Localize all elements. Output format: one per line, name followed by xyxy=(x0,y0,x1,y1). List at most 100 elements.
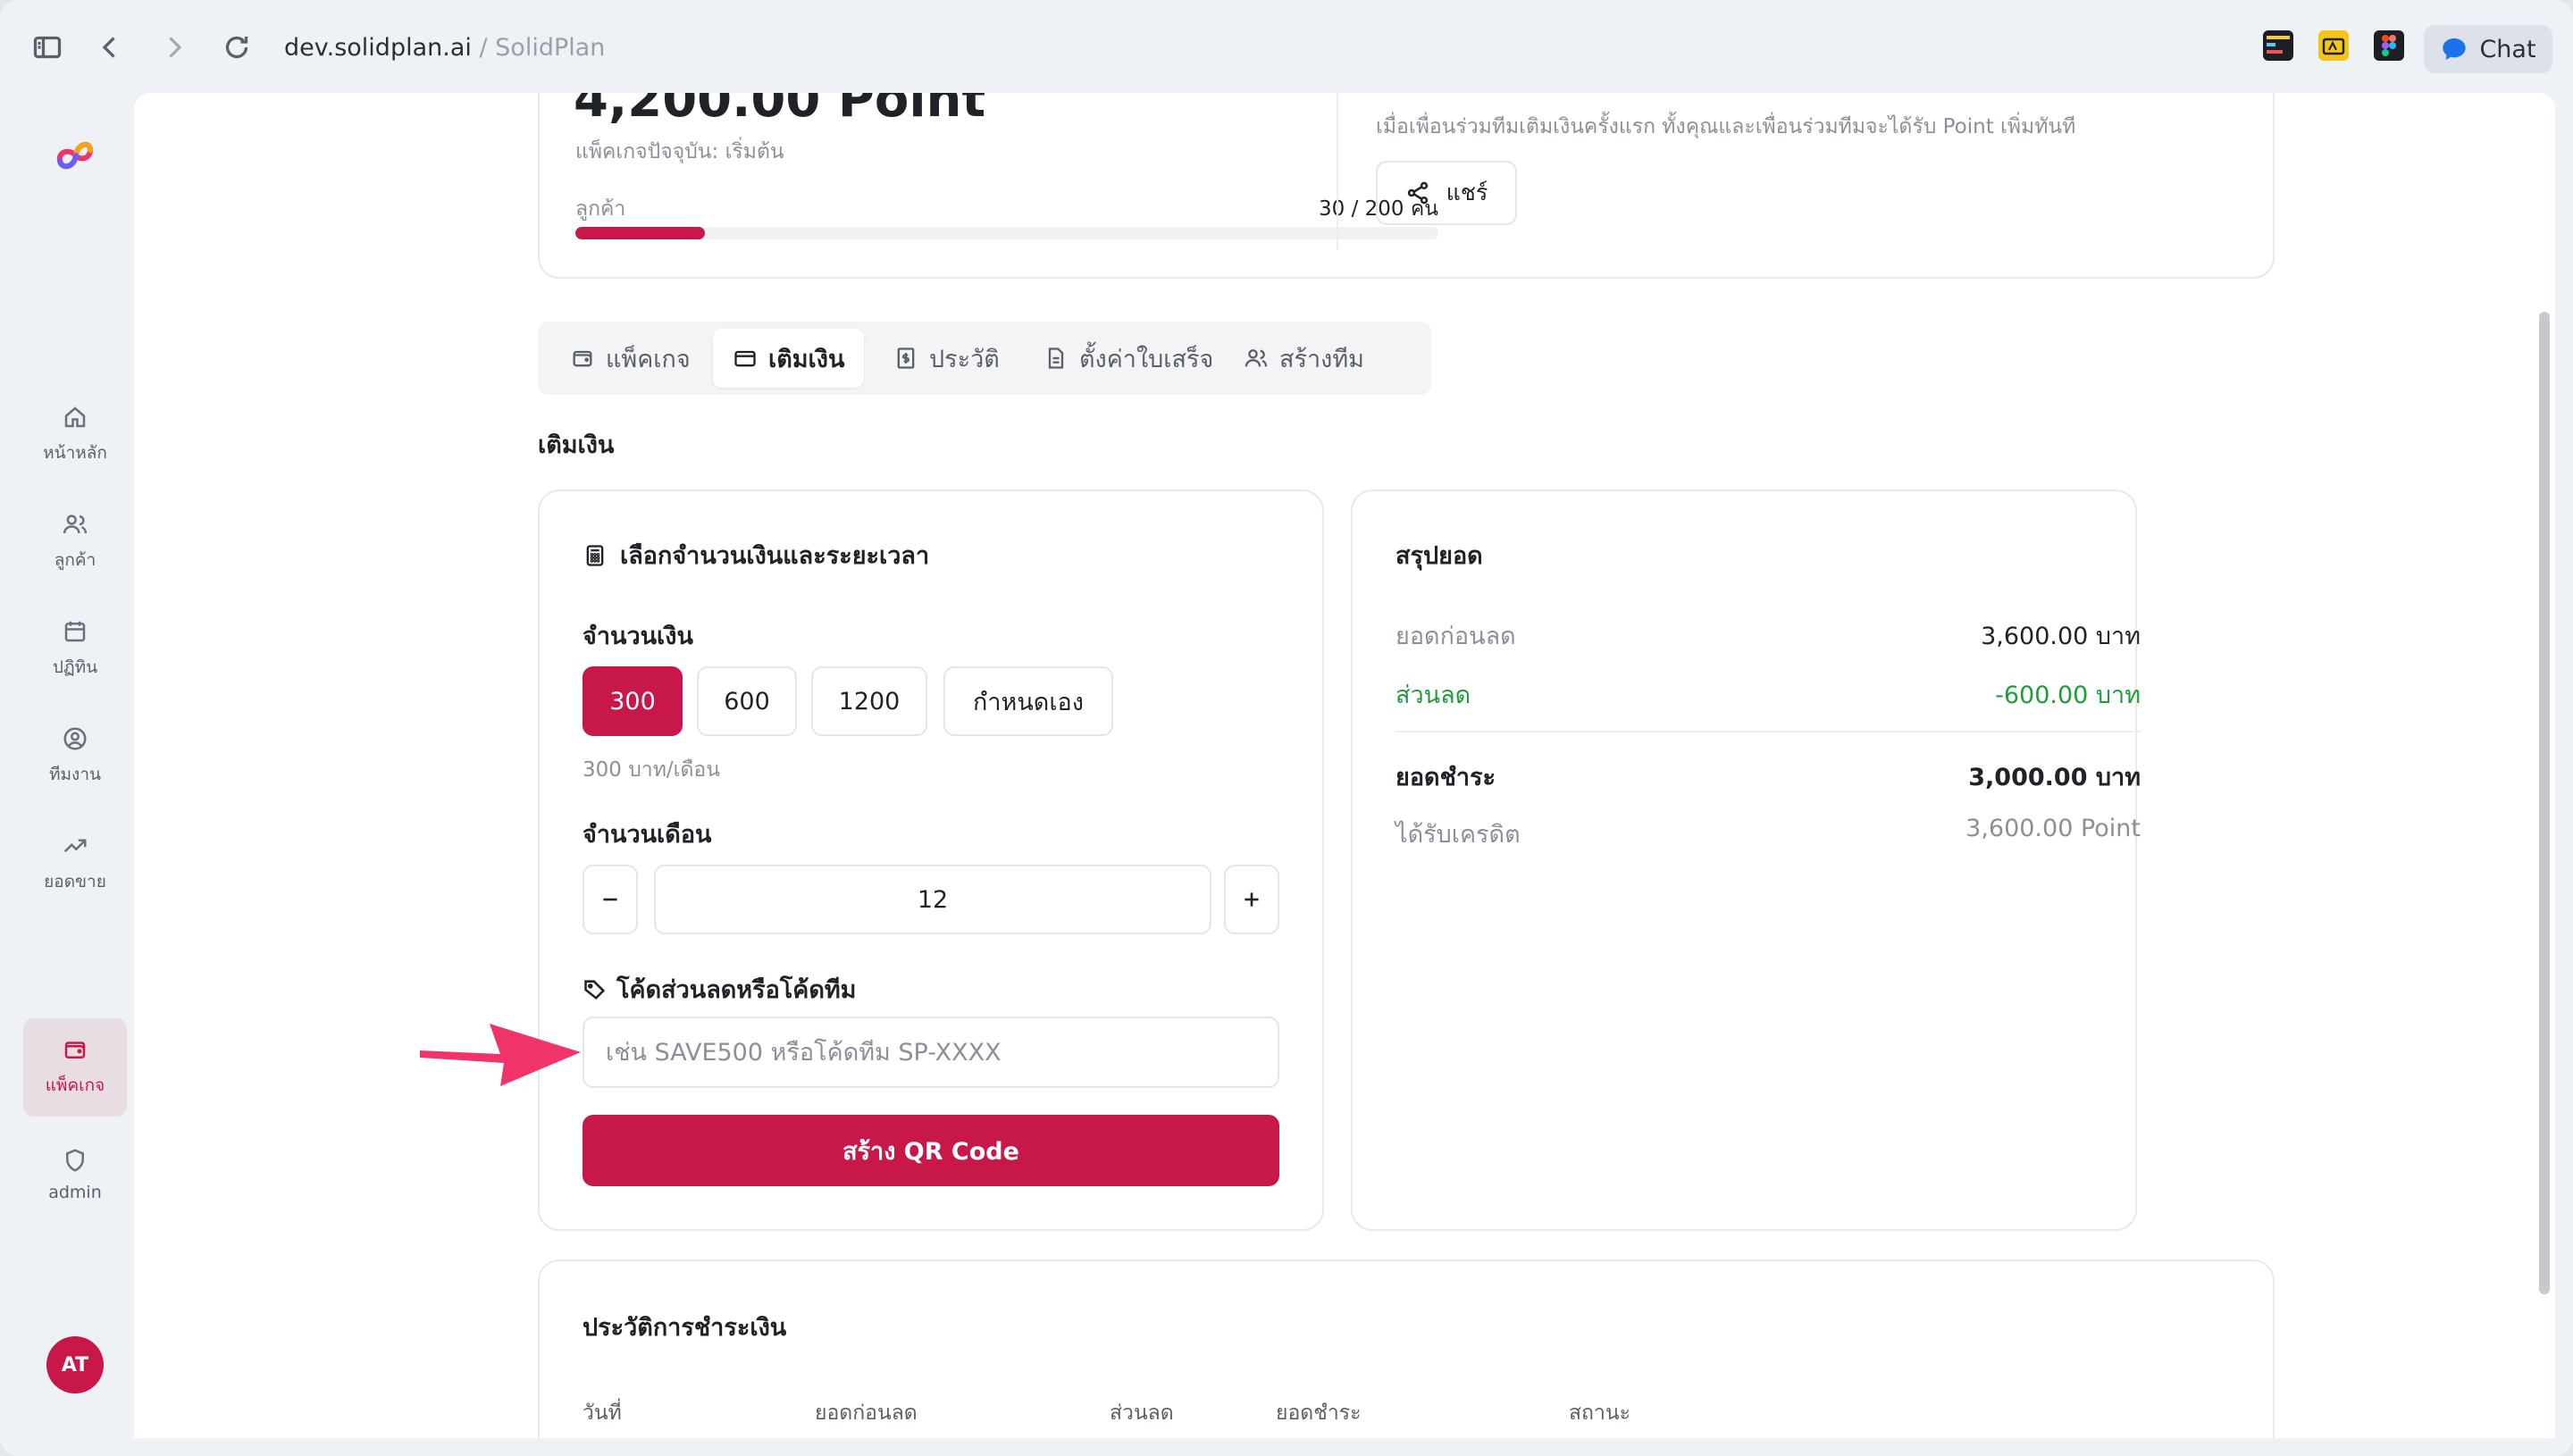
share-button[interactable]: แชร์ xyxy=(1376,161,1517,225)
extension-figma-icon[interactable] xyxy=(2374,30,2404,61)
plus-icon xyxy=(1245,892,1259,907)
sidebar-item-admin[interactable]: admin xyxy=(23,1125,127,1224)
shield-icon xyxy=(66,1149,84,1172)
users-icon xyxy=(1245,349,1268,367)
address-bar[interactable]: dev.solidplan.ai / SolidPlan xyxy=(284,30,605,66)
amount-option-1200[interactable]: 1200 xyxy=(811,666,927,736)
tab-history[interactable]: ประวัติ xyxy=(874,329,1019,388)
tab-receipt-settings[interactable]: ตั้งค่าใบเสร็จ xyxy=(1024,329,1233,388)
sidebar-item-label: ทีมงาน xyxy=(49,765,101,784)
discount-value: -600.00 บาท xyxy=(1995,682,2141,709)
sidebar-item-customers[interactable]: ลูกค้า xyxy=(23,493,127,591)
user-avatar[interactable]: AT xyxy=(46,1336,104,1393)
months-increment-button[interactable] xyxy=(1224,865,1279,934)
wallet-icon xyxy=(573,350,592,367)
total-label: ยอดชำระ xyxy=(1395,764,1496,791)
history-column-status: สถานะ xyxy=(1569,1402,1630,1425)
sidebar-item-home[interactable]: หน้าหลัก xyxy=(23,386,127,484)
sidebar-item-label: แพ็คเกจ xyxy=(45,1075,105,1095)
history-column-discount: ส่วนลด xyxy=(1110,1402,1174,1425)
summary-card xyxy=(1351,490,2137,1231)
reload-icon[interactable] xyxy=(216,27,257,68)
address-separator: / xyxy=(479,34,488,62)
minus-icon xyxy=(603,898,617,901)
subtotal-value: 3,600.00 บาท xyxy=(1981,623,2141,650)
history-column-subtotal: ยอดก่อนลด xyxy=(815,1402,918,1425)
summary-row-discount: ส่วนลด -600.00 บาท xyxy=(1395,675,2141,714)
address-page-title: SolidPlan xyxy=(495,34,606,62)
create-qr-code-button[interactable]: สร้าง QR Code xyxy=(582,1115,1279,1186)
browser-toolbar: dev.solidplan.ai / SolidPlan Chat xyxy=(0,0,2573,93)
points-balance: 4,200.00 Point xyxy=(574,93,986,129)
customers-progress-fill xyxy=(575,227,705,239)
tab-label: แพ็คเกจ xyxy=(606,345,691,373)
sidebar-item-label: หน้าหลัก xyxy=(43,443,107,463)
amount-option-300[interactable]: 300 xyxy=(582,666,683,736)
credit-card-icon xyxy=(734,350,756,367)
sidebar-item-team[interactable]: ทีมงาน xyxy=(23,707,127,806)
amount-option-custom[interactable]: กำหนดเอง xyxy=(943,666,1113,736)
extension-terminal-icon[interactable] xyxy=(2263,30,2293,61)
months-value[interactable]: 12 xyxy=(654,865,1211,934)
sidebar-item-label: ลูกค้า xyxy=(54,550,96,570)
summary-row-total: ยอดชำระ 3,000.00 บาท xyxy=(1395,757,2141,796)
tab-label: ตั้งค่าใบเสร็จ xyxy=(1079,345,1214,373)
subtotal-label: ยอดก่อนลด xyxy=(1395,623,1516,650)
package-tabs: แพ็คเกจ เติมเงิน ประวัติ ตั้งค่าใบเสร็จ … xyxy=(538,322,1431,395)
total-value: 3,000.00 บาท xyxy=(1968,764,2141,791)
tab-label: สร้างทีม xyxy=(1279,345,1364,373)
code-label-text: โค้ดส่วนลดหรือโค้ดทีม xyxy=(616,976,857,1004)
share-icon xyxy=(1407,181,1428,205)
history-column-date: วันที่ xyxy=(582,1402,622,1425)
history-column-total: ยอดชำระ xyxy=(1276,1402,1362,1425)
tab-create-team[interactable]: สร้างทีม xyxy=(1224,329,1384,388)
summary-divider xyxy=(1395,731,2141,732)
current-package: แพ็คเกจปัจจุบัน: เริ่มต้น xyxy=(575,140,784,163)
chat-label: Chat xyxy=(2479,35,2536,63)
user-circle-icon xyxy=(63,727,87,750)
discount-code-input[interactable] xyxy=(582,1017,1279,1088)
receipt-icon xyxy=(897,347,915,369)
amount-option-600[interactable]: 600 xyxy=(697,666,797,736)
tab-package[interactable]: แพ็คเกจ xyxy=(550,329,710,388)
sidebar-item-label: admin xyxy=(48,1183,102,1202)
credit-label: ได้รับเครดิต xyxy=(1395,821,1521,849)
extension-folder-icon[interactable] xyxy=(2318,30,2349,61)
app-sidebar: หน้าหลัก ลูกค้า ปฏิทิน ทีมงาน ยอดขาย แพ็… xyxy=(0,93,134,1447)
calendar-icon xyxy=(64,621,86,642)
tag-icon xyxy=(584,979,606,1000)
sidebar-item-label: ยอดขาย xyxy=(44,872,106,891)
amount-note: 300 บาท/เดือน xyxy=(582,758,720,782)
main-scrollbar[interactable] xyxy=(2539,312,2550,1294)
solidplan-logo[interactable] xyxy=(49,130,99,180)
discount-label: ส่วนลด xyxy=(1395,682,1471,709)
document-icon xyxy=(1048,347,1064,369)
browser-window: dev.solidplan.ai / SolidPlan Chat หน้าหล… xyxy=(0,0,2573,1456)
tab-topup[interactable]: เติมเงิน xyxy=(713,329,865,388)
chat-bubble-icon xyxy=(2443,38,2467,60)
chat-button[interactable]: Chat xyxy=(2424,25,2552,73)
summary-title: สรุปยอด xyxy=(1395,542,1483,570)
calculator-icon xyxy=(586,544,604,566)
topup-card-title: เลือกจำนวนเงินและระยะเวลา xyxy=(582,536,929,574)
months-decrement-button[interactable] xyxy=(582,865,638,934)
tab-label: ประวัติ xyxy=(929,345,1000,373)
code-label: โค้ดส่วนลดหรือโค้ดทีม xyxy=(582,970,856,1008)
sidebar-item-calendar[interactable]: ปฏิทิน xyxy=(23,600,127,699)
summary-row-subtotal: ยอดก่อนลด 3,600.00 บาท xyxy=(1395,616,2141,655)
months-label: จำนวนเดือน xyxy=(582,821,712,849)
share-label: แชร์ xyxy=(1446,180,1488,205)
wallet-icon xyxy=(64,1042,86,1059)
sidebar-item-label: ปฏิทิน xyxy=(52,657,98,677)
summary-row-credit: ได้รับเครดิต 3,600.00 Point xyxy=(1395,815,2141,853)
back-icon[interactable] xyxy=(89,27,130,68)
credit-value: 3,600.00 Point xyxy=(1965,815,2141,842)
sidebar-item-package[interactable]: แพ็คเกจ xyxy=(23,1018,127,1117)
amount-label: จำนวนเงิน xyxy=(582,623,693,650)
forward-icon[interactable] xyxy=(154,27,195,68)
sidebar-item-sales[interactable]: ยอดขาย xyxy=(23,815,127,913)
users-icon xyxy=(63,515,88,534)
address-host: dev.solidplan.ai xyxy=(284,34,472,62)
sidebar-toggle-icon[interactable] xyxy=(27,27,68,68)
referral-description: เมื่อเพื่อนร่วมทีมเติมเงินครั้งแรก ทั้งค… xyxy=(1376,115,2076,138)
